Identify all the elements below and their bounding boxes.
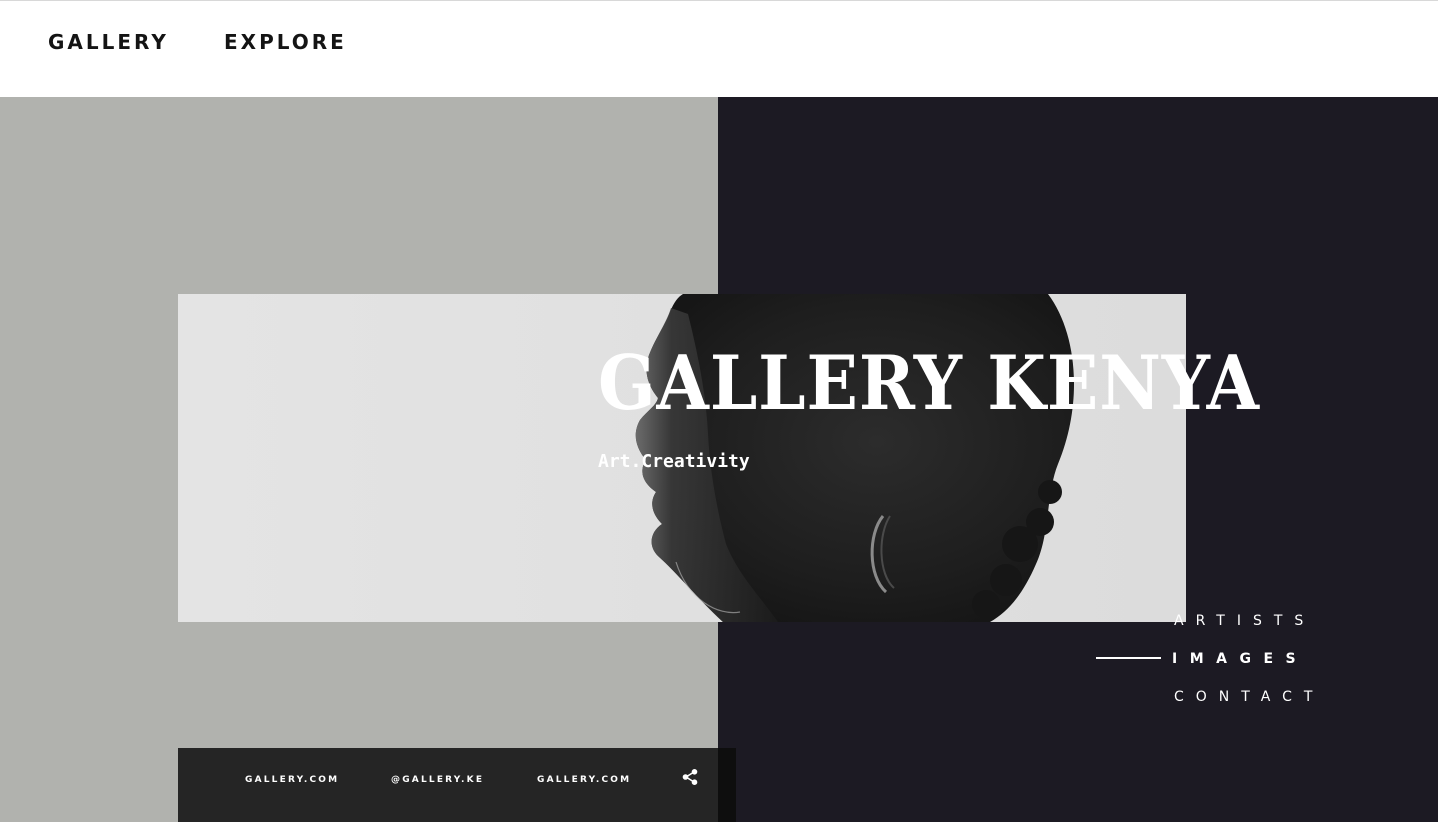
page: GALLERY EXPLORE GALLERY KENYA Art.Creati…: [0, 0, 1438, 822]
footer-link-handle[interactable]: @GALLERY.KE: [391, 773, 484, 787]
nav-link-gallery[interactable]: GALLERY: [48, 30, 169, 54]
side-menu-contact[interactable]: CONTACT: [1174, 688, 1324, 706]
nav-link-explore[interactable]: EXPLORE: [224, 30, 347, 54]
hero-subtitle: Art.Creativity: [598, 451, 750, 472]
active-indicator-line: [1096, 657, 1161, 659]
footer-bar-edge: [718, 748, 736, 822]
side-menu-images[interactable]: IMAGES: [1172, 650, 1308, 668]
top-navigation: GALLERY EXPLORE: [0, 0, 1438, 97]
footer-link-website-2[interactable]: GALLERY.COM: [537, 773, 631, 787]
side-menu-artists[interactable]: ARTISTS: [1174, 612, 1315, 630]
share-icon[interactable]: [681, 768, 699, 786]
footer-link-website[interactable]: GALLERY.COM: [245, 773, 339, 787]
hero-title: GALLERY KENYA: [598, 339, 1260, 427]
